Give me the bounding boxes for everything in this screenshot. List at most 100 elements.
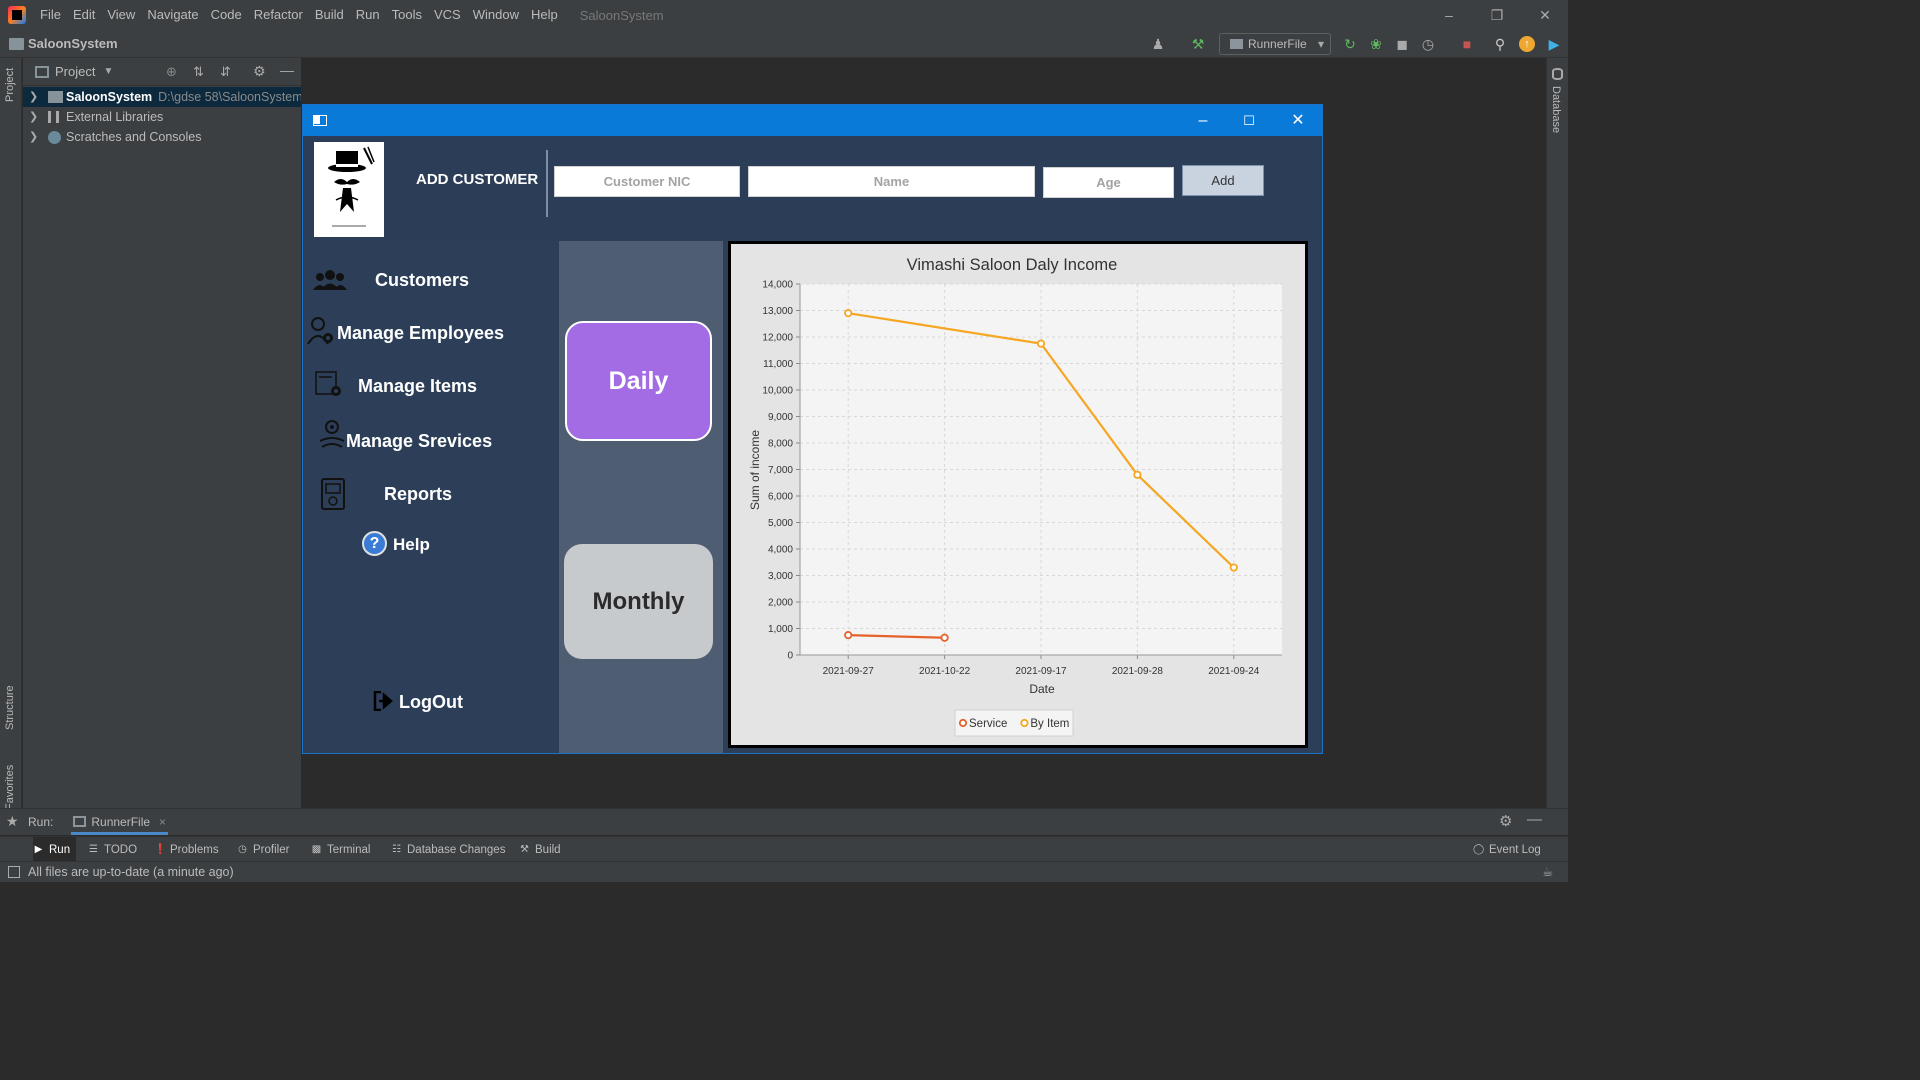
hide-icon[interactable]: — (1527, 811, 1542, 828)
minimize-icon[interactable]: – (1180, 105, 1226, 136)
notifications-icon[interactable]: ☕ (1542, 862, 1553, 882)
add-button[interactable]: Add (1182, 165, 1264, 196)
project-panel-header: Project ▼ ⊕ ⇅ ⇵ ⚙ — (23, 58, 301, 86)
menu-run[interactable]: Run (350, 0, 386, 30)
breadcrumb[interactable]: SaloonSystem (28, 36, 118, 51)
chevron-right-icon[interactable]: ❯ (29, 87, 38, 107)
chevron-right-icon[interactable]: ❯ (29, 127, 38, 147)
tool-window-run[interactable]: ▶ Run (33, 837, 77, 862)
customer-nic-input[interactable] (554, 166, 740, 197)
menu-view[interactable]: View (101, 0, 141, 30)
menu-window[interactable]: Window (467, 0, 525, 30)
update-icon[interactable]: ↑ (1519, 36, 1535, 52)
gear-icon[interactable]: ⚙ (1499, 812, 1512, 830)
y-tick-label: 12,000 (762, 333, 793, 344)
folder-icon (9, 38, 24, 50)
nav-manage-services[interactable]: Manage Srevices (346, 431, 492, 452)
tree-item-scratches[interactable]: ❯ Scratches and Consoles (23, 127, 301, 147)
menu-tools[interactable]: Tools (386, 0, 428, 30)
root-path: D:\gdse 58\SaloonSystem (158, 90, 303, 104)
database-tool-tab[interactable]: Database (1550, 86, 1562, 133)
menu-refactor[interactable]: Refactor (248, 0, 309, 30)
stop-icon[interactable]: ■ (1459, 36, 1475, 52)
run-tab[interactable]: RunnerFile × (71, 809, 169, 835)
app-title-bar: – ☐ ✕ (303, 105, 1322, 136)
nav-help[interactable]: Help (393, 535, 430, 555)
chevron-right-icon[interactable]: ❯ (29, 107, 38, 127)
tool-window-database-changes-label: Database Changes (407, 844, 506, 856)
daily-button[interactable]: Daily (565, 321, 712, 441)
tree-item-root[interactable]: ❯ SaloonSystem D:\gdse 58\SaloonSystem (23, 87, 303, 107)
tool-window-event-log-label: Event Log (1489, 844, 1541, 856)
restore-icon[interactable]: ❐ (1474, 0, 1520, 30)
expand-all-icon[interactable]: ⇅ (193, 64, 204, 80)
items-icon (315, 371, 341, 396)
gear-icon[interactable]: ⚙ (253, 63, 266, 80)
series-point-1 (1133, 470, 1142, 479)
rerun-icon[interactable]: ↻ (1342, 36, 1358, 52)
name-input[interactable] (748, 166, 1035, 197)
structure-tool-tab[interactable]: Structure (4, 685, 16, 730)
collapse-all-icon[interactable]: ⇵ (220, 64, 231, 80)
logout-icon (373, 691, 393, 711)
tree-item-external-libraries[interactable]: ❯ External Libraries (23, 107, 301, 127)
menu-vcs[interactable]: VCS (428, 0, 467, 30)
tool-window-event-log[interactable]: ◯ Event Log (1473, 837, 1541, 862)
run-config-label: RunnerFile (1248, 37, 1307, 51)
tool-window-build[interactable]: ⚒ Build (519, 837, 561, 862)
status-toggle-icon[interactable] (8, 866, 20, 878)
add-customer-header: ADD CUSTOMER Add (303, 136, 1322, 241)
age-input[interactable] (1043, 167, 1174, 198)
nav-reports[interactable]: Reports (384, 484, 452, 505)
debug-icon[interactable]: ❀ (1368, 36, 1384, 52)
menu-build[interactable]: Build (309, 0, 350, 30)
menu-edit[interactable]: Edit (67, 0, 101, 30)
favorites-tool-tab[interactable]: Favorites (4, 765, 16, 810)
user-icon[interactable]: ♟ (1150, 36, 1166, 52)
nav-manage-employees[interactable]: Manage Employees (337, 323, 504, 344)
menu-navigate[interactable]: Navigate (141, 0, 204, 30)
mustache-man-logo-icon (328, 146, 375, 227)
coverage-icon[interactable]: ◼ (1394, 36, 1410, 52)
nav-logout[interactable]: LogOut (399, 692, 463, 713)
project-tool-tab[interactable]: Project (4, 68, 16, 102)
chevron-down-icon[interactable]: ▼ (103, 66, 113, 77)
maximize-icon[interactable]: ☐ (1226, 105, 1272, 136)
locate-icon[interactable]: ⊕ (166, 64, 177, 80)
hide-icon[interactable]: — (280, 62, 294, 78)
run-config-selector[interactable]: RunnerFile ▾ (1219, 33, 1331, 55)
close-icon[interactable]: ✕ (1522, 0, 1568, 30)
search-icon[interactable]: ⚲ (1492, 36, 1508, 52)
tool-window-profiler[interactable]: ◷ Profiler (237, 837, 289, 862)
nav-customers[interactable]: Customers (375, 270, 469, 291)
y-tick-label: 3,000 (768, 571, 793, 582)
series-point-1 (1229, 563, 1238, 572)
menu-help[interactable]: Help (525, 0, 564, 30)
intellij-logo-icon (8, 6, 26, 24)
y-tick-label: 0 (787, 651, 793, 662)
menu-file[interactable]: File (34, 0, 67, 30)
minimize-icon[interactable]: – (1426, 0, 1472, 30)
menu-bar: File Edit View Navigate Code Refactor Bu… (0, 0, 1568, 30)
tool-window-problems[interactable]: ❗ Problems (154, 837, 219, 862)
menu-code[interactable]: Code (205, 0, 248, 30)
nav-manage-items[interactable]: Manage Items (358, 376, 477, 397)
tool-window-bar: ▶ Run ☰ TODO ❗ Problems ◷ Profiler ▩ Terminal… (0, 836, 1568, 862)
tool-window-database-changes[interactable]: ☷ Database Changes (391, 837, 505, 862)
tool-window-terminal[interactable]: ▩ Terminal (311, 837, 371, 862)
chart-area: 0 1,000 2,000 3,000 4,000 5,000 6,000 7,000 8,00… (723, 241, 1322, 753)
plugin-icon[interactable]: ▶ (1546, 36, 1562, 52)
x-tick-label: 2021-09-17 (1015, 666, 1067, 677)
database-icon (1552, 68, 1563, 80)
profile-icon[interactable]: ◷ (1420, 36, 1436, 52)
library-icon (48, 111, 59, 123)
monthly-button[interactable]: Monthly (564, 544, 713, 659)
tool-window-todo[interactable]: ☰ TODO (88, 837, 137, 862)
hammer-icon[interactable]: ⚒ (1190, 36, 1206, 52)
close-icon[interactable]: ✕ (1275, 105, 1321, 136)
close-tab-icon[interactable]: × (159, 809, 166, 835)
y-tick-label: 5,000 (768, 518, 793, 529)
chart-title: Vimashi Saloon Daly Income (907, 256, 1118, 274)
y-tick-label: 1,000 (768, 624, 793, 635)
project-panel-title[interactable]: Project (55, 64, 95, 79)
